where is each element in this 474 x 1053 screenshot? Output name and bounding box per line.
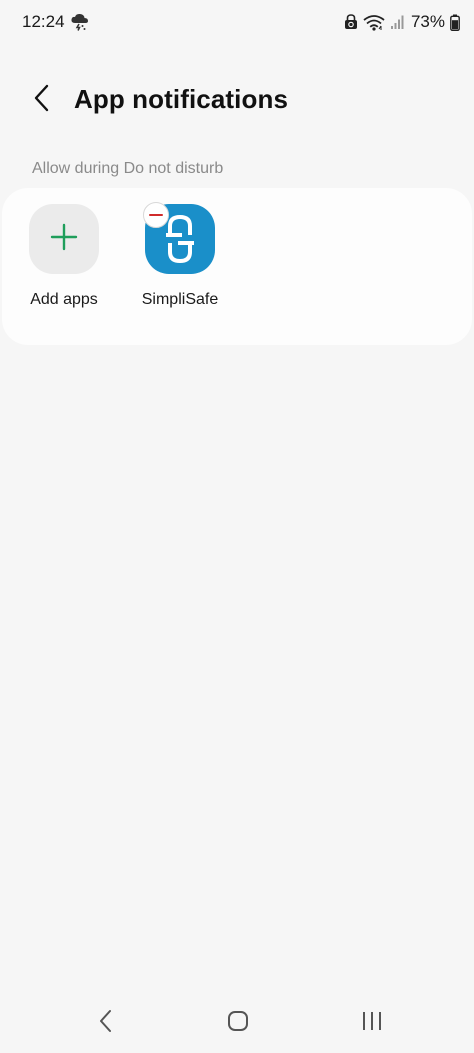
back-icon xyxy=(98,1009,114,1038)
navigation-bar xyxy=(0,998,474,1048)
section-label: Allow during Do not disturb xyxy=(32,160,224,177)
recents-icon xyxy=(361,1010,383,1037)
battery-percent: 73% xyxy=(410,12,445,31)
app-tile-simplisafe[interactable]: SimpliSafe xyxy=(130,202,230,309)
plus-icon xyxy=(50,223,78,256)
nav-back-button[interactable] xyxy=(86,1008,126,1038)
screen: 12:24 73% App notifications Allow during… xyxy=(0,0,474,1053)
add-apps-icon-box[interactable] xyxy=(29,204,99,274)
apps-card: Add apps SimpliSafe xyxy=(2,188,472,345)
remove-app-button[interactable] xyxy=(143,202,169,228)
nav-home-button[interactable] xyxy=(218,1008,258,1038)
home-icon xyxy=(227,1010,249,1037)
simplisafe-icon-wrap[interactable] xyxy=(143,202,215,274)
weather-storm-icon xyxy=(70,13,90,31)
status-time: 12:24 xyxy=(22,12,65,31)
vpn-icon xyxy=(344,14,358,30)
status-bar: 12:24 73% xyxy=(0,0,474,44)
back-button[interactable] xyxy=(22,80,62,120)
header: App notifications xyxy=(0,78,474,122)
nav-recents-button[interactable] xyxy=(352,1008,392,1038)
remove-icon xyxy=(149,213,163,217)
add-apps-label: Add apps xyxy=(30,291,98,308)
status-icons: 73% xyxy=(344,11,460,33)
add-apps-button[interactable]: Add apps xyxy=(14,204,114,309)
battery-icon xyxy=(450,14,460,31)
signal-icon xyxy=(390,14,404,30)
simplisafe-label: SimpliSafe xyxy=(141,291,219,308)
chevron-left-icon xyxy=(33,84,51,117)
page-title: App notifications xyxy=(74,84,289,114)
wifi-icon xyxy=(363,14,385,31)
